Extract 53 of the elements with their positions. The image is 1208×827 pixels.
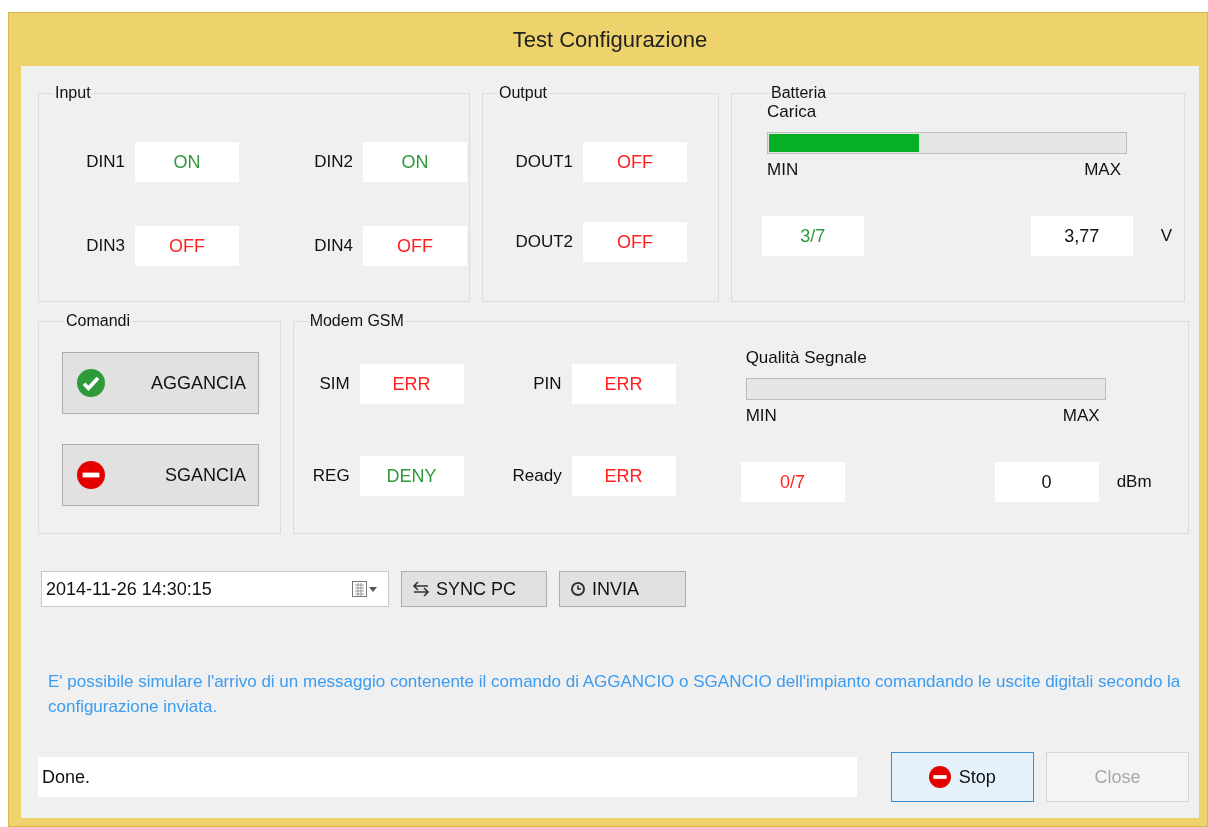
- field-label: PIN: [532, 374, 562, 394]
- clock-icon: [570, 581, 586, 597]
- scale-max: MAX: [1062, 406, 1100, 426]
- field-label: SIM: [318, 374, 350, 394]
- field-label: DIN4: [313, 236, 353, 256]
- meter-label: Qualità Segnale: [745, 348, 867, 368]
- action-button[interactable]: SYNC PC: [401, 571, 547, 607]
- status-value: DENY: [359, 456, 464, 496]
- scale-max: MAX: [1084, 160, 1121, 180]
- status-value: ON: [363, 142, 467, 182]
- calendar-dropdown-icon[interactable]: [352, 581, 378, 597]
- scale-min: MIN: [745, 406, 777, 426]
- status-text: Done.: [42, 766, 91, 788]
- field-label: Ready: [511, 466, 562, 486]
- window-title: Test Configurazione: [511, 25, 709, 54]
- footer-button[interactable]: Stop: [890, 752, 1034, 802]
- unit-label: V: [1160, 226, 1172, 246]
- meter-label: Carica: [767, 102, 817, 122]
- field-label: DOUT2: [514, 232, 573, 252]
- status-value: OFF: [583, 222, 687, 262]
- swap-arrows-icon: [412, 581, 430, 597]
- reading-value: 0: [994, 462, 1099, 502]
- reading-value: 3,77: [1031, 216, 1133, 256]
- group-title: Input: [54, 84, 92, 102]
- field-label: DIN1: [85, 152, 125, 172]
- status-value: OFF: [363, 226, 467, 266]
- status-value: ERR: [571, 364, 676, 404]
- action-button[interactable]: INVIA: [559, 571, 686, 607]
- group-title: Batteria: [770, 84, 828, 102]
- scale-min: MIN: [767, 160, 799, 180]
- datetime-picker[interactable]: 2014-11-26 14:30:15: [41, 571, 389, 607]
- field-label: REG: [311, 466, 350, 486]
- group-title: Output: [498, 84, 549, 102]
- check-icon: [77, 369, 105, 397]
- status-value: ON: [135, 142, 239, 182]
- group-title: Comandi: [65, 312, 132, 330]
- command-button[interactable]: SGANCIA: [62, 444, 259, 506]
- status-value: OFF: [583, 142, 687, 182]
- unit-label: dBm: [1116, 472, 1152, 492]
- no-entry-icon: [77, 461, 105, 489]
- field-label: DIN3: [85, 236, 125, 256]
- command-button[interactable]: AGGANCIA: [62, 352, 259, 414]
- datetime-value: 2014-11-26 14:30:15: [46, 578, 212, 600]
- status-value: ERR: [571, 456, 676, 496]
- no-entry-icon: [928, 766, 951, 788]
- count-value: 0/7: [740, 462, 845, 502]
- count-value: 3/7: [762, 216, 864, 256]
- status-value: ERR: [359, 364, 464, 404]
- info-message: E' possibile simulare l'arrivo di un messaggio contenente il comando di AGGANCIO o SGANCIO dell'impianto comandando le uscite digitali secondo la configurazione inviata.: [48, 671, 1182, 718]
- group-title: Modem GSM: [308, 312, 405, 330]
- field-label: DIN2: [313, 152, 353, 172]
- status-value: OFF: [135, 226, 239, 266]
- field-label: DOUT1: [514, 152, 573, 172]
